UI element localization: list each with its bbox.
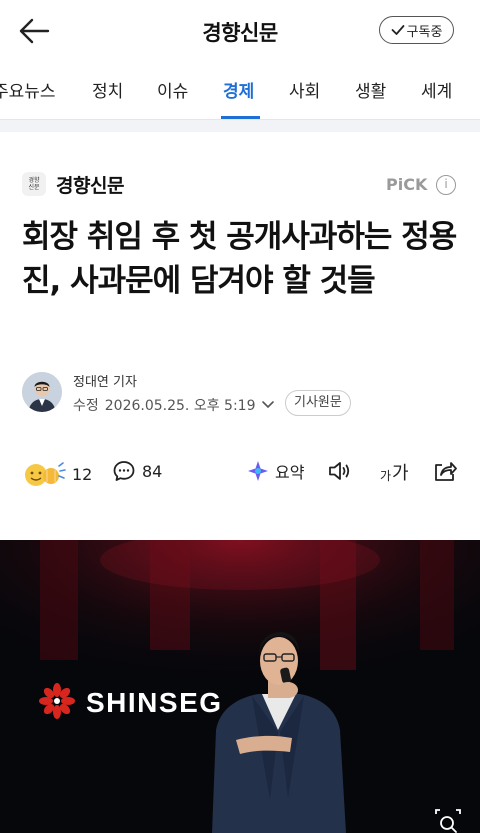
date-line: 수정 2026.05.25. 오후 5:19 [73,395,275,415]
modified-label: 수정 [73,398,99,414]
author-photo-icon [22,372,62,412]
tab-world[interactable]: 세계 [421,77,452,102]
press-logo-text: 경향신문 [28,177,40,191]
photo-brand-text: SHINSEG [86,687,223,718]
press-name[interactable]: 경향신문 [56,171,124,198]
subscribe-button[interactable]: 구독중 [379,16,454,44]
article-date: 2026.05.25. 오후 5:19 [104,398,256,414]
font-size-small-label: 가 [380,468,392,483]
press-logo[interactable]: 경향신문 [22,172,46,196]
comment-button[interactable]: 84 [112,459,162,483]
tts-button[interactable] [327,459,353,483]
author-name[interactable]: 정대연 기자 [73,371,137,390]
press-row: 경향신문 경향신문 PiCK i [0,168,480,202]
tab-politics[interactable]: 정치 [92,77,123,102]
share-button[interactable] [432,459,458,483]
comment-count: 84 [142,461,163,481]
tab-issue[interactable]: 이슈 [157,77,188,102]
check-icon [391,25,404,35]
active-tab-indicator [221,116,260,119]
pick-badge: PiCK [386,175,428,194]
tab-economy[interactable]: 경제 [223,77,254,102]
author-avatar[interactable] [22,372,62,412]
share-icon [435,462,457,481]
action-row: 12 84 요약 가 가 [0,455,480,493]
tab-life[interactable]: 생활 [355,77,386,102]
summary-label: 요약 [275,463,305,482]
speaker-icon [329,462,350,480]
ai-summary-icon [248,461,268,481]
font-size-large-label: 가 [392,463,409,484]
summary-button[interactable]: 요약 [247,459,304,483]
reaction-count: 12 [72,464,93,484]
top-bar: 경향신문 구독중 [0,0,480,62]
author-row: 정대연 기자 수정 2026.05.25. 오후 5:19 기사원문 [0,368,480,424]
tab-society[interactable]: 사회 [289,77,320,102]
info-icon[interactable]: i [436,175,456,195]
subscribe-label: 구독중 [406,24,443,40]
section-nav: 주요뉴스 정치 이슈 경제 사회 생활 세계 [0,62,480,120]
chevron-down-icon[interactable] [261,400,275,410]
article-photo[interactable]: SHINSEG [0,540,480,833]
reaction-button[interactable]: 12 [22,459,92,489]
stage-photo-illustration: SHINSEG [0,540,480,833]
article-headline: 회장 취임 후 첫 공개사과하는 정용진, 사과문에 담겨야 할 것들 [22,219,457,299]
comment-icon [113,461,135,481]
original-article-button[interactable]: 기사원문 [285,390,351,416]
tab-main-news[interactable]: 주요뉴스 [0,77,56,102]
font-size-button[interactable]: 가 가 [380,459,409,485]
section-divider [0,120,480,132]
emoji-reaction-icon [25,462,66,486]
